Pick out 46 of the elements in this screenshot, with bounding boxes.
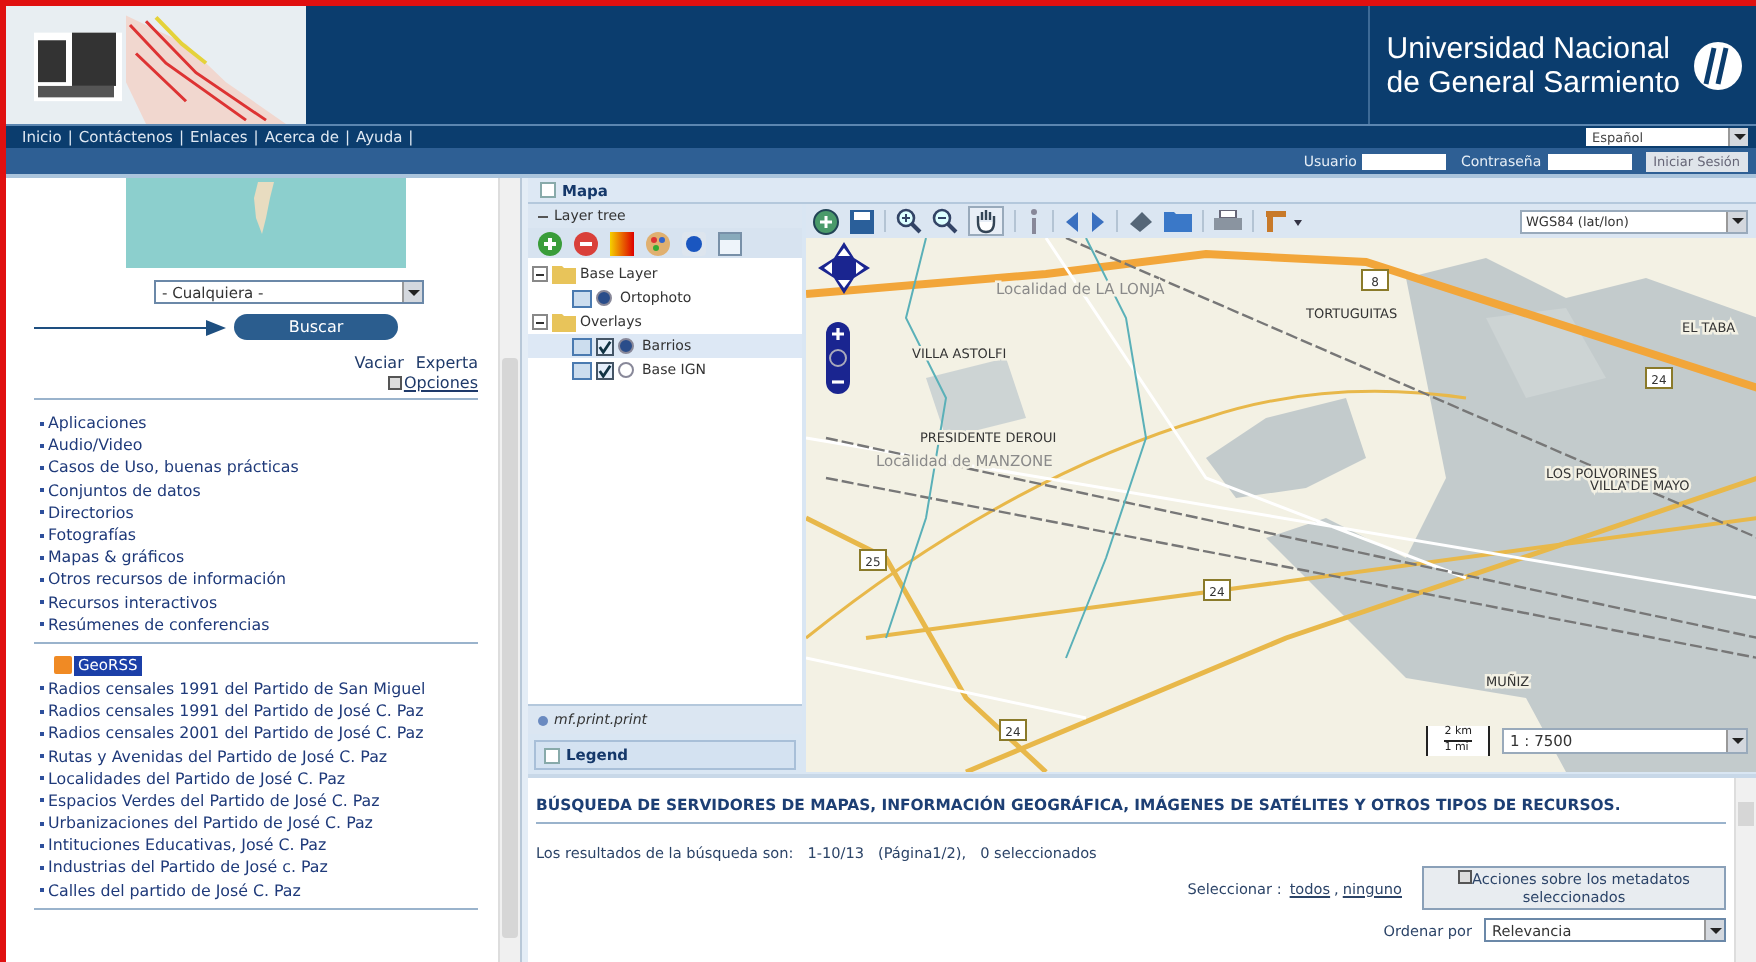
- options-link[interactable]: Opciones: [403, 374, 478, 392]
- window-icon[interactable]: [718, 231, 742, 255]
- measure-tool-icon[interactable]: [1264, 209, 1304, 233]
- info-icon[interactable]: [1026, 207, 1042, 235]
- rss-icon: [54, 656, 72, 675]
- palette-icon[interactable]: [646, 231, 670, 255]
- save-icon[interactable]: [850, 209, 874, 233]
- collapse-icon: [540, 182, 556, 198]
- radio-button[interactable]: [618, 338, 634, 354]
- dropdown-caret-icon: [1726, 730, 1746, 752]
- search-button[interactable]: Buscar: [234, 314, 398, 340]
- scrollbar[interactable]: [498, 178, 520, 962]
- zoom-out-icon[interactable]: [932, 208, 958, 234]
- gradient-icon[interactable]: [610, 231, 634, 255]
- radio-button[interactable]: [596, 290, 612, 306]
- remove-layer-icon[interactable]: [574, 231, 598, 255]
- university-name: Universidad Nacional de General Sarmiento: [1386, 31, 1680, 99]
- dropdown-caret-icon: [1704, 920, 1724, 940]
- zoom-extent-icon[interactable]: [812, 207, 840, 235]
- university-logo-icon: [1692, 39, 1744, 91]
- pan-control[interactable]: [818, 242, 870, 294]
- dropdown-caret-icon: [402, 282, 422, 302]
- radio-button[interactable]: [618, 362, 634, 378]
- arrow-icon: [34, 319, 226, 335]
- layer-icon: [572, 289, 592, 307]
- checkbox[interactable]: [596, 361, 614, 379]
- forward-arrow-icon[interactable]: [1090, 211, 1106, 231]
- folder-icon[interactable]: [1164, 210, 1192, 232]
- zoom-in-icon[interactable]: [896, 208, 922, 234]
- folder-icon: [552, 264, 576, 284]
- password-field[interactable]: [1547, 153, 1632, 169]
- add-layer-icon[interactable]: [538, 231, 562, 255]
- dropdown-caret-icon: [1726, 211, 1746, 231]
- search-link[interactable]: Vaciar: [354, 354, 404, 372]
- dropdown-caret-icon: [1728, 128, 1748, 146]
- zoom-control[interactable]: [826, 322, 850, 394]
- back-arrow-icon[interactable]: [1064, 211, 1080, 231]
- checkbox[interactable]: [596, 337, 614, 355]
- print-icon[interactable]: [1214, 209, 1242, 233]
- username-field[interactable]: [1362, 153, 1447, 169]
- pan-button[interactable]: [968, 206, 1004, 236]
- search-link[interactable]: Experta: [415, 354, 478, 372]
- info-icon[interactable]: [682, 231, 706, 255]
- tree-toggle-icon[interactable]: [532, 314, 548, 330]
- tree-toggle-icon[interactable]: [532, 266, 548, 282]
- scrollbar[interactable]: [1734, 778, 1756, 962]
